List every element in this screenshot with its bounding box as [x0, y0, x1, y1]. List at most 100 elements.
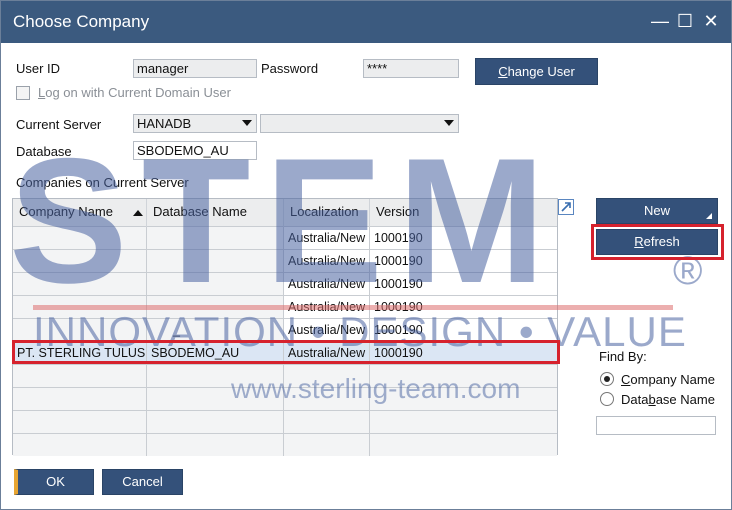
domain-user-text: og on with Current Domain User — [45, 85, 231, 100]
cell-database: _ — [147, 319, 284, 341]
empty-row — [13, 388, 557, 411]
empty-cell — [370, 434, 557, 456]
cell-localization: Australia/New Z — [284, 250, 370, 272]
table-row[interactable]: Australia/New Z 1000190 — [13, 296, 557, 319]
cell-company — [13, 250, 147, 272]
window-title: Choose Company — [13, 12, 150, 31]
new-button[interactable]: New — [596, 198, 718, 224]
cell-version: 1000190 — [374, 231, 423, 245]
change-user-accelerator: C — [498, 64, 508, 79]
find-by-database-radio[interactable] — [600, 392, 614, 406]
companies-grid: Company Name Database Name Localization … — [12, 198, 558, 457]
table-row-selected[interactable]: PT. STERLING TULUS SBODEMO_AU Australia/… — [13, 342, 557, 365]
new-button-label: New — [643, 203, 670, 218]
cell-company — [13, 319, 147, 341]
cell-localization: Australia/New Z — [284, 342, 370, 364]
cell-database — [147, 273, 284, 295]
cell-database — [147, 296, 284, 318]
cell-database — [147, 227, 284, 249]
find-by-database-prefix: Data — [621, 392, 649, 407]
domain-user-checkbox[interactable] — [16, 86, 30, 100]
cell-version: 1000190 — [374, 346, 423, 360]
find-by-label: Find By: — [599, 349, 647, 364]
cell-localization: Australia/New Z — [284, 273, 370, 295]
empty-cell — [370, 365, 557, 387]
password-field[interactable]: **** — [363, 59, 459, 78]
empty-cell — [147, 388, 284, 410]
current-server-value: HANADB — [137, 116, 192, 131]
change-user-button[interactable]: Change User — [475, 58, 598, 85]
empty-cell — [13, 388, 147, 410]
title-bar: Choose Company — ☐ ✕ — [1, 1, 731, 43]
user-id-label: User ID — [16, 61, 61, 76]
empty-cell — [13, 411, 147, 433]
table-row[interactable]: Australia/New Z 1000190 — [13, 227, 557, 250]
refresh-button[interactable]: Refresh — [596, 229, 718, 255]
find-by-company-radio[interactable] — [600, 372, 614, 386]
find-by-company-text: ompany Name — [630, 372, 715, 387]
empty-cell — [284, 388, 370, 410]
companies-section-label: Companies on Current Server — [16, 175, 189, 190]
empty-cell — [147, 434, 284, 456]
cell-database: SBODEMO_AU — [147, 342, 284, 364]
empty-row — [13, 411, 557, 434]
sort-ascending-icon — [133, 210, 143, 216]
cell-database — [147, 250, 284, 272]
database-label: Database — [16, 144, 72, 159]
grid-header: Company Name Database Name Localization … — [13, 199, 557, 227]
password-label: Password — [261, 61, 319, 76]
close-icon[interactable]: ✕ — [700, 10, 722, 32]
cancel-button[interactable]: Cancel — [102, 469, 183, 495]
empty-cell — [147, 365, 284, 387]
empty-cell — [13, 365, 147, 387]
database-field[interactable]: SBODEMO_AU — [133, 141, 257, 160]
column-company-name[interactable]: Company Name — [13, 199, 147, 227]
expand-grid-icon[interactable] — [558, 199, 574, 215]
cell-company: PT. STERLING TULUS — [13, 342, 147, 364]
empty-row — [13, 434, 557, 457]
choose-company-dialog: Choose Company — ☐ ✕ User ID manager Pas… — [0, 0, 732, 510]
current-server-combo[interactable]: HANADB — [133, 114, 257, 133]
change-user-label: hange User — [507, 64, 575, 79]
empty-cell — [284, 434, 370, 456]
refresh-button-label: efresh — [643, 234, 680, 249]
refresh-accelerator: R — [634, 234, 644, 249]
user-id-field[interactable]: manager — [133, 59, 257, 78]
table-row[interactable]: Australia/New Z 1000190 — [13, 273, 557, 296]
cell-version: 1000190 — [374, 323, 423, 337]
table-row[interactable]: _ Australia/New Z 1000190 — [13, 319, 557, 342]
find-by-database-text: ase Name — [655, 392, 715, 407]
cell-company — [13, 273, 147, 295]
empty-cell — [13, 434, 147, 456]
column-version[interactable]: Version — [370, 199, 557, 227]
cell-localization: Australia/New Z — [284, 227, 370, 249]
column-company-name-label: Company Name — [19, 204, 113, 219]
minimize-icon[interactable]: — — [649, 10, 671, 32]
dropdown-corner-icon — [706, 213, 712, 219]
cell-version: 1000190 — [374, 300, 423, 314]
maximize-icon[interactable]: ☐ — [674, 10, 696, 32]
empty-cell — [147, 411, 284, 433]
table-row[interactable]: Australia/New Z 1000190 — [13, 250, 557, 273]
find-by-database-label: Database Name — [621, 392, 715, 407]
cell-version: 1000190 — [374, 277, 423, 291]
empty-cell — [284, 365, 370, 387]
cell-localization: Australia/New Z — [284, 296, 370, 318]
chevron-down-icon — [444, 120, 454, 126]
empty-cell — [370, 411, 557, 433]
find-by-search-field[interactable] — [596, 416, 716, 435]
cell-company — [13, 227, 147, 249]
cell-company — [13, 296, 147, 318]
current-server-label: Current Server — [16, 117, 102, 132]
find-by-company-accelerator: C — [621, 372, 631, 387]
watermark-registered: ® — [673, 249, 703, 293]
empty-cell — [284, 411, 370, 433]
cell-localization: Australia/New Z — [284, 319, 370, 341]
ok-button[interactable]: OK — [14, 469, 94, 495]
cell-version: 1000190 — [374, 254, 423, 268]
column-database-name[interactable]: Database Name — [147, 199, 284, 227]
license-server-combo[interactable] — [260, 114, 459, 133]
find-by-company-label: Company Name — [621, 372, 715, 387]
column-localization[interactable]: Localization — [284, 199, 370, 227]
empty-cell — [370, 388, 557, 410]
